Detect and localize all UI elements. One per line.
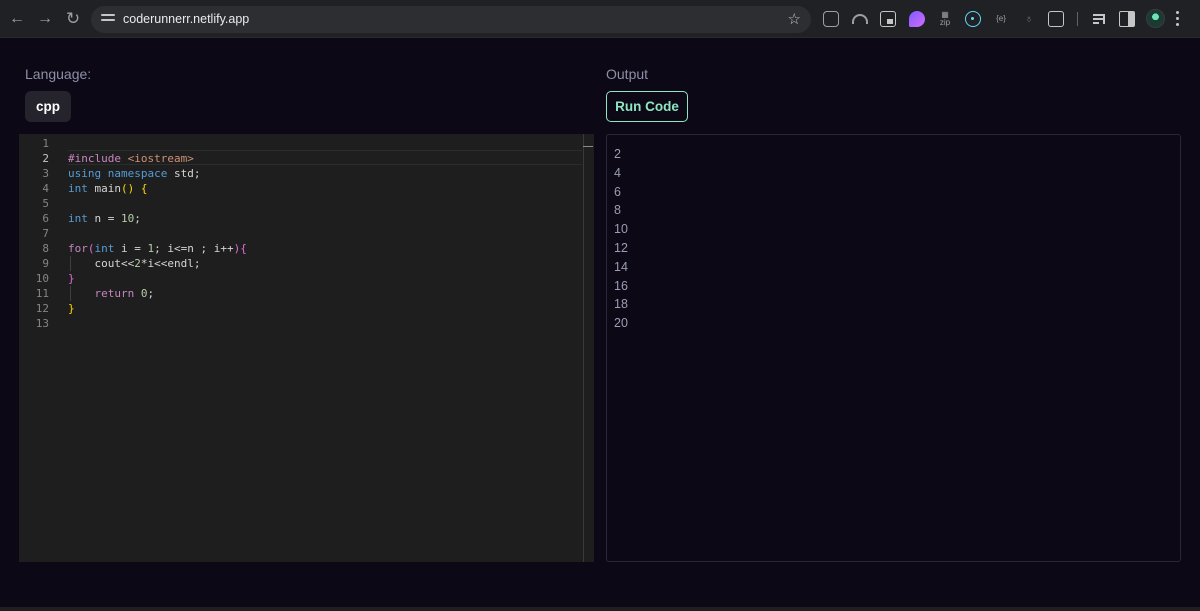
side-panel-icon[interactable] [1119,11,1135,27]
bookmark-star-icon[interactable]: ☆ [788,10,801,28]
window-bottom-edge [0,607,1200,611]
profile-avatar[interactable] [1146,9,1165,28]
address-bar[interactable]: coderunnerr.netlify.app ☆ [91,6,811,33]
back-icon[interactable]: ← [7,9,27,29]
editor-scrollbar[interactable] [583,134,584,562]
code-line[interactable]: int main() { [68,181,148,196]
extensions-puzzle-icon[interactable] [1048,11,1064,27]
output-line: 4 [614,165,621,180]
language-label: Language: [25,66,92,82]
url-text[interactable]: coderunnerr.netlify.app [123,12,249,26]
line-number: 11 [35,287,49,300]
line-number: 10 [35,272,49,285]
output-line: 20 [614,316,628,331]
line-number: 5 [42,197,49,210]
toolbar-divider [1077,12,1078,26]
line-number: 1 [42,137,49,150]
output-line: 18 [614,297,628,312]
extension-icon-window[interactable] [880,11,896,27]
line-number: 3 [42,167,49,180]
line-number: 7 [42,227,49,240]
line-number: 12 [35,302,49,315]
code-editor[interactable]: 1 2 3 4 5 6 7 8 9 10 11 12 13 #include <… [19,134,594,562]
line-number: 8 [42,242,49,255]
site-info-icon[interactable] [100,12,116,26]
extension-icon-zip[interactable]: ▦ zip [937,11,953,27]
code-text-area[interactable]: #include <iostream> using namespace std;… [68,134,582,562]
code-line[interactable]: using namespace std; [68,166,200,181]
code-line[interactable]: for(int i = 1; i<=n ; i++){ [68,241,247,256]
output-line: 14 [614,259,628,274]
output-line: 6 [614,184,621,199]
code-line[interactable]: } [68,271,75,286]
extension-icon-react[interactable] [965,11,981,27]
extension-icon-flask[interactable]: ♁ [1021,11,1037,27]
overview-ruler-cursor [583,146,593,147]
forward-icon[interactable]: → [35,9,55,29]
line-number: 4 [42,182,49,195]
browser-menu-icon[interactable] [1176,11,1180,27]
output-line: 2 [614,147,621,161]
extension-icon-arc[interactable] [852,14,868,24]
extension-icon-reader[interactable] [823,11,839,27]
extension-icon-json[interactable]: {e} [993,11,1009,27]
output-line: 16 [614,278,628,293]
code-line[interactable]: int n = 10; [68,211,141,226]
extension-icon-purple[interactable] [909,11,925,27]
code-line[interactable]: return 0; [68,286,155,301]
media-playlist-icon[interactable] [1092,11,1108,27]
line-number: 9 [42,257,49,270]
reload-icon[interactable]: ↻ [63,9,83,29]
line-number: 2 [42,152,49,165]
code-line[interactable]: cout<<2*i<<endl; [68,256,200,271]
line-number-gutter: 1 2 3 4 5 6 7 8 9 10 11 12 13 [19,134,49,562]
line-number: 13 [35,317,49,330]
browser-toolbar: ← → ↻ coderunnerr.netlify.app ☆ ▦ zip {e}… [0,0,1200,38]
output-console: 2 4 6 8 10 12 14 16 18 20 [606,134,1181,562]
output-line: 10 [614,222,628,237]
code-line[interactable]: #include <iostream> [68,151,194,166]
output-line: 12 [614,240,628,255]
output-label: Output [606,66,649,82]
language-select-button[interactable]: cpp [25,91,71,122]
run-code-button[interactable]: Run Code [606,91,688,122]
line-number: 6 [42,212,49,225]
output-line: 8 [614,203,621,218]
code-line[interactable]: } [68,301,75,316]
